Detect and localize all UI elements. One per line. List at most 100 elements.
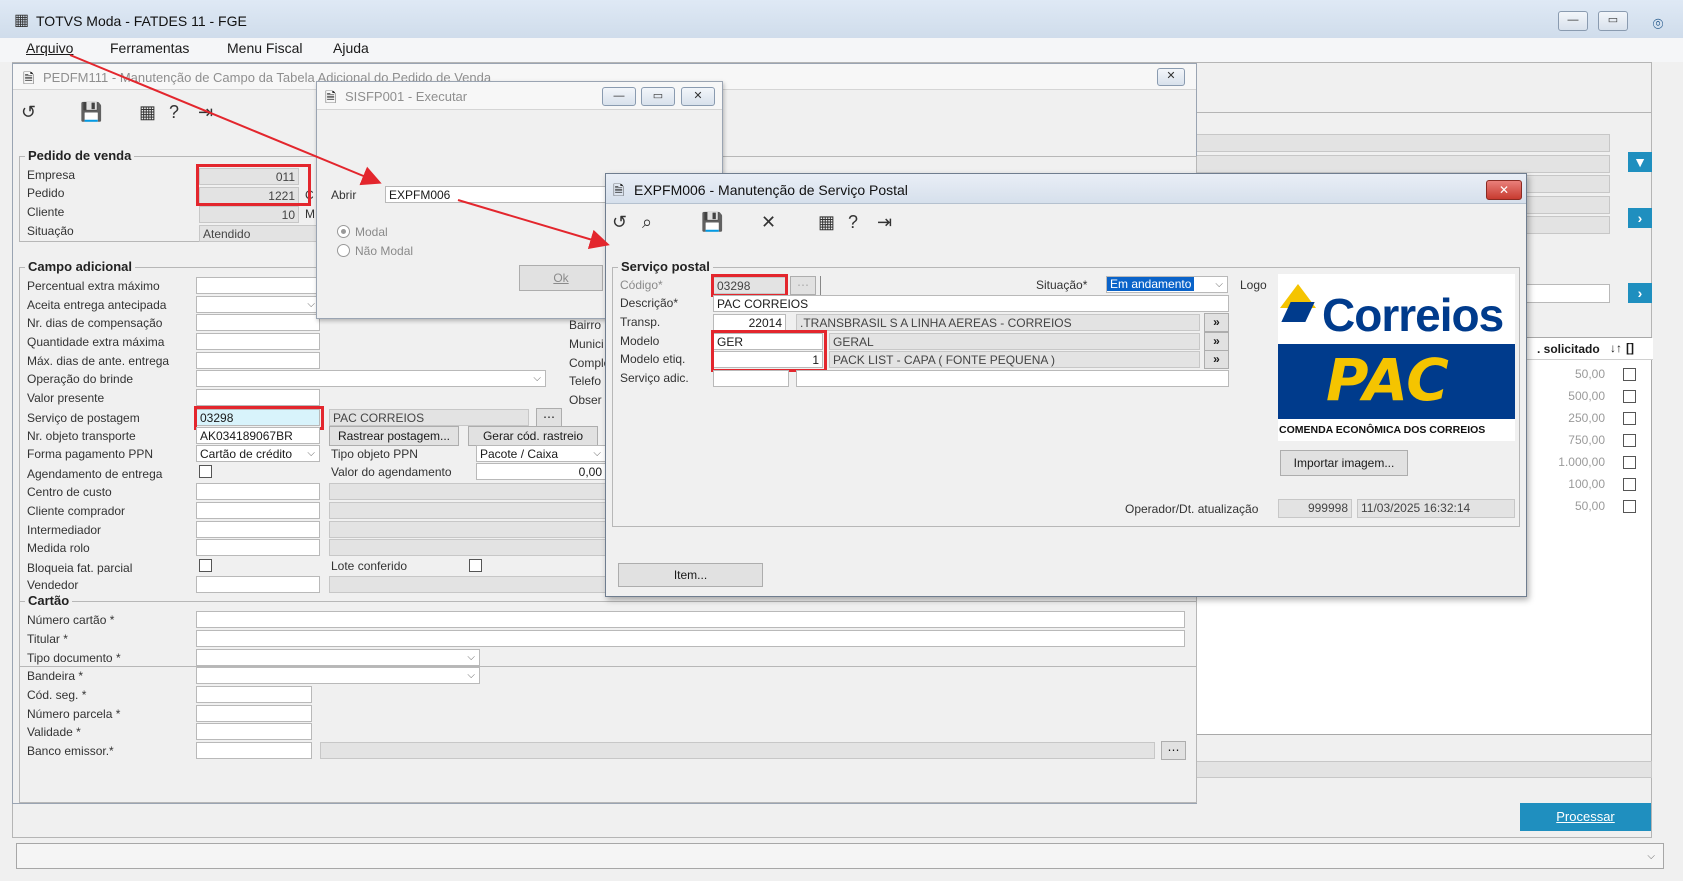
aceita-entrega-select[interactable]: ⌵ xyxy=(196,296,320,313)
search-banco-icon[interactable]: ⋯ xyxy=(1161,741,1186,760)
next-button[interactable]: › xyxy=(1628,208,1652,228)
cod-seg-input[interactable] xyxy=(196,686,312,703)
importar-imagem-button[interactable]: Importar imagem... xyxy=(1280,450,1408,476)
help-icon[interactable]: ? xyxy=(169,102,179,123)
centro-custo-input[interactable] xyxy=(196,483,320,500)
next-button-2[interactable]: › xyxy=(1628,283,1652,303)
exit-icon[interactable]: ⇥ xyxy=(877,212,892,233)
gerar-rastreio-button[interactable]: Gerar cód. rastreio xyxy=(468,426,598,446)
centro-custo-desc xyxy=(329,483,624,500)
cliente-comprador-input[interactable] xyxy=(196,502,320,519)
vendedor-input[interactable] xyxy=(196,576,320,593)
screenshot-icon[interactable]: ⌾ xyxy=(1643,10,1673,40)
percentual-input[interactable] xyxy=(196,277,320,294)
search-codigo-icon[interactable]: ⋯ xyxy=(790,276,816,295)
maximize-button[interactable]: ▭ xyxy=(641,87,675,106)
campo-label-2: Nr. dias de compensação xyxy=(27,316,163,330)
select-all-icon[interactable]: [] xyxy=(1626,341,1634,355)
highlight-empresa-pedido xyxy=(196,164,311,206)
tipo-documento-select[interactable]: ⌵ xyxy=(196,649,480,666)
minimize-button[interactable]: — xyxy=(602,87,636,106)
medida-rolo-input[interactable] xyxy=(196,539,320,556)
transp-lookup-button[interactable]: » xyxy=(1204,313,1229,332)
dias-compensacao-input[interactable] xyxy=(196,314,320,331)
close-icon[interactable]: ✕ xyxy=(761,212,776,233)
maximize-button[interactable]: ▭ xyxy=(1598,11,1628,31)
sisfp001-titlebar: 🗎 SISFP001 - Executar — ▭ ✕ xyxy=(317,82,722,110)
save-icon[interactable]: 💾 xyxy=(80,102,102,123)
bandeira-select[interactable]: ⌵ xyxy=(196,667,480,684)
col-header-solicitado[interactable]: . solicitado xyxy=(1537,342,1600,356)
numero-cartao-input[interactable] xyxy=(196,611,1185,628)
minimize-button[interactable]: — xyxy=(1558,11,1588,31)
close-button[interactable]: ✕ xyxy=(1486,180,1522,200)
abrir-input[interactable]: EXPFM006 xyxy=(385,186,635,203)
campo-label-1: Aceita entrega antecipada xyxy=(27,298,167,312)
grid-row-checkbox[interactable] xyxy=(1623,434,1636,447)
grid-row-checkbox[interactable] xyxy=(1623,390,1636,403)
valor-agend-input[interactable]: 0,00 xyxy=(476,463,606,480)
campo-label-16: Vendedor xyxy=(27,578,79,592)
refresh-icon[interactable]: ↺ xyxy=(612,212,627,233)
close-button[interactable]: ✕ xyxy=(681,87,715,106)
save-icon[interactable]: 💾 xyxy=(701,212,723,233)
bottom-select[interactable]: ⌵ xyxy=(16,843,1664,869)
grid-row-checkbox[interactable] xyxy=(1623,368,1636,381)
agendamento-checkbox[interactable] xyxy=(199,465,212,478)
cliente-label: Cliente xyxy=(27,205,65,219)
numero-parcela-input[interactable] xyxy=(196,705,312,722)
close-button[interactable]: ✕ xyxy=(1157,68,1185,86)
modelo-etiq-lookup-button[interactable]: » xyxy=(1204,350,1229,369)
calendar-icon[interactable]: ▦ xyxy=(818,212,835,233)
banco-emissor-input[interactable] xyxy=(196,742,312,759)
ok-button[interactable]: Ok xyxy=(519,265,603,291)
calendar-icon[interactable]: ▦ xyxy=(139,102,156,123)
menu-ferramentas[interactable]: Ferramentas xyxy=(110,40,189,56)
rastrear-button[interactable]: Rastrear postagem... xyxy=(329,426,459,446)
cartao-section-title: Cartão xyxy=(25,593,73,608)
servico-adic-input[interactable] xyxy=(713,370,789,387)
descricao-input[interactable]: PAC CORREIOS xyxy=(713,295,1229,312)
grid-row-checkbox[interactable] xyxy=(1623,500,1636,513)
transp-code-input[interactable]: 22014 xyxy=(713,314,786,331)
validade-input[interactable] xyxy=(196,723,312,740)
modelo-lookup-button[interactable]: » xyxy=(1204,332,1229,351)
menu-menu-fiscal[interactable]: Menu Fiscal xyxy=(227,40,302,56)
grid-row-checkbox[interactable] xyxy=(1623,478,1636,491)
titular-input[interactable] xyxy=(196,630,1185,647)
modelo-label: Modelo xyxy=(620,334,660,348)
max-dias-input[interactable] xyxy=(196,352,320,369)
modal-radio[interactable] xyxy=(337,225,350,238)
operacao-brinde-select[interactable]: ⌵ xyxy=(196,370,546,387)
situacao-value: Em andamento xyxy=(1107,277,1195,291)
situacao-select[interactable]: Em andamento ⌵ xyxy=(1106,276,1228,293)
modelo-etiq-name-field: PACK LIST - CAPA ( FONTE PEQUENA ) xyxy=(829,351,1200,368)
quantidade-extra-input[interactable] xyxy=(196,333,320,350)
lote-checkbox[interactable] xyxy=(469,559,482,572)
processar-button[interactable]: Processar xyxy=(1520,803,1651,831)
cartao-label-1: Titular * xyxy=(27,632,68,646)
sort-icon[interactable]: ↓↑ xyxy=(1610,341,1622,355)
nr-objeto-input[interactable]: AK034189067BR xyxy=(196,427,320,444)
doc-icon: 🗎 xyxy=(23,70,35,86)
item-button[interactable]: Item... xyxy=(618,563,763,587)
search-icon[interactable]: ⋯ xyxy=(536,408,562,427)
search-icon[interactable]: ⌕ xyxy=(642,212,652,233)
menu-ajuda[interactable]: Ajuda xyxy=(333,40,369,56)
help-icon[interactable]: ? xyxy=(848,212,858,233)
app-icon: ▦ xyxy=(14,12,30,29)
modelo-etiq-label: Modelo etiq. xyxy=(620,352,686,366)
exit-icon[interactable]: ⇥ xyxy=(198,102,213,123)
nao-modal-radio[interactable] xyxy=(337,244,350,257)
menu-arquivo[interactable]: Arquivo xyxy=(26,40,73,56)
refresh-icon[interactable]: ↺ xyxy=(21,102,36,123)
tipo-objeto-select[interactable]: Pacote / Caixa ⌵ xyxy=(476,445,606,462)
filter-icon[interactable]: ▼ xyxy=(1628,152,1652,172)
grid-row-checkbox[interactable] xyxy=(1623,412,1636,425)
grid-row-checkbox[interactable] xyxy=(1623,456,1636,469)
bloqueia-checkbox[interactable] xyxy=(199,559,212,572)
valor-presente-input[interactable] xyxy=(196,389,320,406)
forma-pgto-select[interactable]: Cartão de crédito ⌵ xyxy=(196,445,320,462)
intermediador-input[interactable] xyxy=(196,521,320,538)
observacao-label: Obser xyxy=(569,393,602,407)
